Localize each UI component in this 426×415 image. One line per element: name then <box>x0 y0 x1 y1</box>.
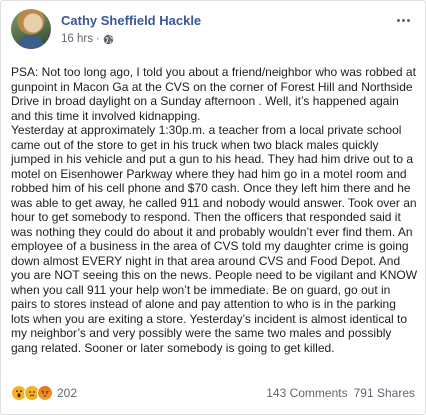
post-meta: 16 hrs · <box>61 33 114 45</box>
comments-count[interactable]: 143 Comments <box>266 386 347 400</box>
reaction-summary[interactable]: 202 <box>11 385 77 401</box>
post-timestamp[interactable]: 16 hrs <box>61 33 93 45</box>
footer-divider <box>11 379 415 380</box>
angry-reaction-icon <box>37 385 53 401</box>
post-paragraph: PSA: Not too long ago, I told you about … <box>11 65 416 123</box>
more-options-icon[interactable] <box>393 11 413 29</box>
post-body: PSA: Not too long ago, I told you about … <box>11 65 417 355</box>
reaction-count[interactable]: 202 <box>57 386 77 400</box>
facebook-post-card: Cathy Sheffield Hackle 16 hrs · PSA: Not… <box>0 0 426 415</box>
post-header: Cathy Sheffield Hackle 16 hrs · <box>11 9 415 53</box>
engagement-stats: 143 Comments 791 Shares <box>266 386 415 400</box>
author-name[interactable]: Cathy Sheffield Hackle <box>61 13 201 28</box>
avatar-shirt <box>19 35 43 49</box>
shares-count[interactable]: 791 Shares <box>354 386 415 400</box>
post-paragraph: Yesterday at approximately 1:30p.m. a te… <box>11 123 418 355</box>
meta-separator: · <box>95 33 100 45</box>
globe-icon[interactable] <box>103 34 114 45</box>
author-avatar[interactable] <box>11 9 51 49</box>
